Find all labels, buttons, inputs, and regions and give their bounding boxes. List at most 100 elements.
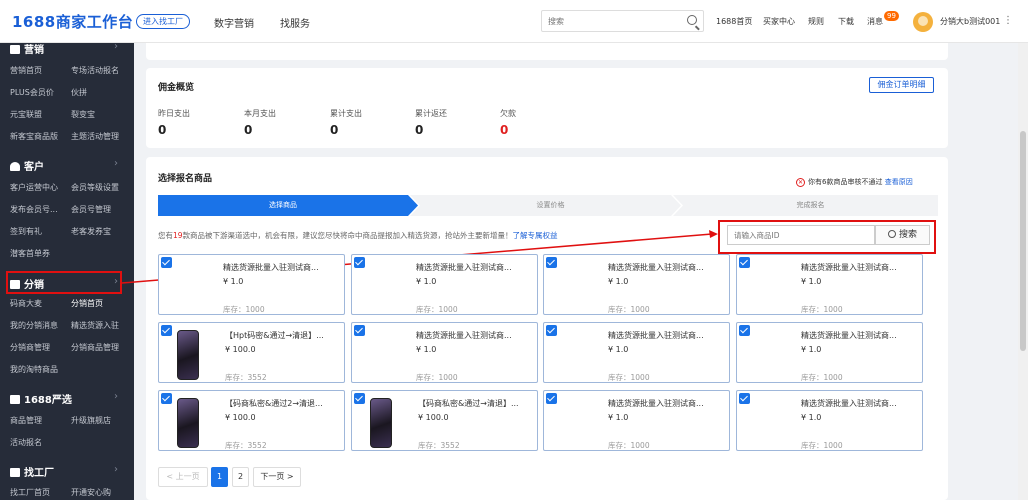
product-title: 精选货源批量入驻测试商...	[608, 263, 704, 272]
sidebar-item[interactable]: 我的淘特商品	[10, 364, 58, 375]
sidebar-item[interactable]: 精选货源入驻	[71, 320, 119, 331]
product-checkbox[interactable]	[546, 257, 557, 268]
sidebar-item[interactable]: 会员号管理	[71, 204, 111, 215]
scrollbar[interactable]	[1018, 43, 1028, 500]
sidebar-item[interactable]: 裂变宝	[71, 109, 95, 120]
sidebar-item[interactable]: 新客宝商品版	[10, 131, 58, 142]
sidebar-item[interactable]: 营销首页	[10, 65, 42, 76]
commission-title: 佣金概览	[158, 83, 195, 93]
page-button[interactable]: 1	[211, 467, 228, 487]
sidebar-item[interactable]: 升级旗舰店	[71, 415, 111, 426]
product-stock: 库存：1000	[608, 373, 650, 382]
nav-digital-marketing[interactable]: 数字营销	[214, 15, 254, 30]
link-rules[interactable]: 规则	[808, 16, 824, 27]
sidebar-item[interactable]: 潜客首单券	[10, 248, 50, 259]
sidebar-item[interactable]: 发布会员号...	[10, 204, 58, 215]
product-card[interactable]: 精选货源批量入驻测试商... ¥ 1.0 库存：1000	[351, 254, 538, 315]
nav-find-service[interactable]: 找服务	[280, 15, 310, 30]
sidebar-item[interactable]: 伙拼	[71, 87, 87, 98]
commission-detail-button[interactable]: 佣金订单明细	[869, 77, 934, 93]
commission-overview-card: 佣金概览 佣金订单明细 昨日支出 0 本月支出 0 累计支出 0 累计返还 0 …	[146, 68, 948, 148]
product-stock: 库存：1000	[416, 305, 458, 314]
learn-benefits-link[interactable]: 了解专属权益	[513, 231, 558, 240]
product-checkbox[interactable]	[354, 257, 365, 268]
product-checkbox[interactable]	[739, 257, 750, 268]
product-card[interactable]: 【Hpt码密&通过→清退】... ¥ 100.0 库存：3552	[158, 322, 345, 383]
sidebar-item[interactable]: 会员等级设置	[71, 182, 119, 193]
product-card[interactable]: 【码商私密&通过→清退】... ¥ 100.0 库存：3552	[351, 390, 538, 451]
product-card[interactable]: 精选货源批量入驻测试商... ¥ 1.0 库存：1000	[736, 254, 923, 315]
page-button[interactable]: 2	[232, 467, 249, 487]
more-menu-icon[interactable]: ⋮	[1003, 15, 1013, 26]
product-checkbox[interactable]	[546, 325, 557, 336]
link-buyer-center[interactable]: 买家中心	[763, 16, 795, 27]
sidebar-item[interactable]: 码商大麦	[10, 298, 42, 309]
sidebar-section-customer[interactable]: 客户 ›	[10, 158, 118, 173]
sidebar-item[interactable]: 开通安心购	[71, 487, 111, 498]
username[interactable]: 分销大b测试001	[940, 16, 1000, 27]
global-search	[541, 10, 704, 32]
sidebar-section-marketing[interactable]: 营销 ›	[10, 43, 118, 56]
sidebar-item[interactable]: 活动报名	[10, 437, 42, 448]
product-checkbox[interactable]	[739, 325, 750, 336]
product-checkbox[interactable]	[739, 393, 750, 404]
product-card[interactable]: 精选货源批量入驻测试商... ¥ 1.0 库存：1000	[351, 322, 538, 383]
product-title: 精选货源批量入驻测试商...	[416, 263, 512, 272]
product-card[interactable]: 精选货源批量入驻测试商... ¥ 1.0 库存：1000	[158, 254, 345, 315]
sidebar-item[interactable]: 分销商管理	[10, 342, 50, 353]
link-download[interactable]: 下载	[838, 16, 854, 27]
stat-label: 累计支出	[330, 109, 362, 118]
logo[interactable]: 1688商家工作台	[12, 11, 133, 32]
product-checkbox[interactable]	[546, 393, 557, 404]
product-card[interactable]: 精选货源批量入驻测试商... ¥ 1.0 库存：1000	[543, 390, 730, 451]
sidebar-item[interactable]: 老客发券宝	[71, 226, 111, 237]
product-price: ¥ 1.0	[608, 345, 629, 354]
link-messages[interactable]: 消息	[867, 16, 883, 27]
product-checkbox[interactable]	[354, 325, 365, 336]
chevron-right-icon: ›	[114, 391, 118, 402]
product-title: 精选货源批量入驻测试商...	[608, 331, 704, 340]
product-checkbox[interactable]	[354, 393, 365, 404]
global-search-input[interactable]	[548, 11, 678, 31]
product-stock: 库存：1000	[223, 305, 265, 314]
product-title: 【码商私密&通过2→清退...	[225, 399, 323, 408]
product-price: ¥ 100.0	[225, 345, 256, 354]
view-reason-link[interactable]: 查看原因	[885, 178, 913, 186]
product-title: 精选货源批量入驻测试商...	[801, 263, 897, 272]
product-card[interactable]: 【码商私密&通过2→清退... ¥ 100.0 库存：3552	[158, 390, 345, 451]
sidebar-item[interactable]: 找工厂首页	[10, 487, 50, 498]
product-checkbox[interactable]	[161, 325, 172, 336]
prev-page-button[interactable]: < 上一页	[158, 467, 208, 487]
enter-factory-button[interactable]: 进入找工厂	[136, 14, 190, 29]
product-card[interactable]: 精选货源批量入驻测试商... ¥ 1.0 库存：1000	[543, 322, 730, 383]
step-select-product: 选择商品	[269, 201, 297, 209]
next-page-button[interactable]: 下一页 >	[253, 467, 301, 487]
sidebar-item[interactable]: 商品管理	[10, 415, 42, 426]
link-1688-home[interactable]: 1688首页	[716, 16, 752, 27]
stat-value: 0	[244, 123, 253, 137]
sidebar-item[interactable]: PLUS会员价	[10, 87, 54, 98]
sidebar-item[interactable]: 客户运营中心	[10, 182, 58, 193]
sidebar-item[interactable]: 分销商品管理	[71, 342, 119, 353]
stat-value: 0	[415, 123, 424, 137]
sidebar-item[interactable]: 主题活动管理	[71, 131, 119, 142]
avatar[interactable]	[913, 12, 933, 32]
search-icon[interactable]	[687, 15, 697, 25]
sidebar-section-factory[interactable]: 找工厂 ›	[10, 464, 118, 479]
sidebar-item[interactable]: 专场活动报名	[71, 65, 119, 76]
sidebar-item[interactable]: 我的分销消息	[10, 320, 58, 331]
sidebar-item[interactable]: 签到有礼	[10, 226, 42, 237]
product-checkbox[interactable]	[161, 393, 172, 404]
scrollbar-thumb[interactable]	[1020, 131, 1026, 351]
product-title: 精选货源批量入驻测试商...	[223, 263, 319, 272]
sidebar-item[interactable]: 元宝联盟	[10, 109, 42, 120]
product-card[interactable]: 精选货源批量入驻测试商... ¥ 1.0 库存：1000	[736, 322, 923, 383]
product-card[interactable]: 精选货源批量入驻测试商... ¥ 1.0 库存：1000	[736, 390, 923, 451]
sidebar-item-active[interactable]: 分销首页	[71, 298, 103, 309]
product-card[interactable]: 精选货源批量入驻测试商... ¥ 1.0 库存：1000	[543, 254, 730, 315]
sidebar-section-yanxuan[interactable]: 1688严选 ›	[10, 391, 118, 406]
product-checkbox[interactable]	[161, 257, 172, 268]
stat-value: 0	[330, 123, 339, 137]
product-stock: 库存：3552	[225, 441, 267, 450]
product-image	[370, 398, 392, 448]
